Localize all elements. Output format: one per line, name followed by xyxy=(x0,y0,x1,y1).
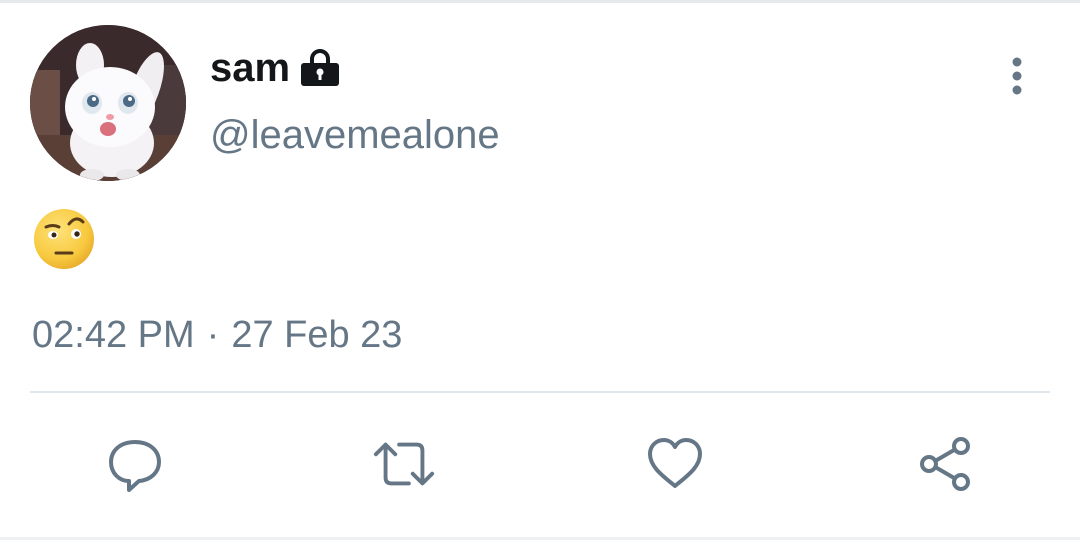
timestamp-separator: · xyxy=(206,314,220,356)
more-vertical-icon xyxy=(1012,57,1022,95)
user-handle[interactable]: @leavemealone xyxy=(210,110,500,160)
avatar-image xyxy=(30,25,186,181)
share-button[interactable] xyxy=(913,432,977,496)
tweet-time: 02:42 PM xyxy=(32,314,195,356)
display-name[interactable]: sam xyxy=(210,43,290,93)
divider xyxy=(30,391,1050,393)
avatar[interactable] xyxy=(30,25,186,181)
top-border xyxy=(0,0,1080,3)
retweet-icon xyxy=(373,442,435,486)
heart-icon xyxy=(648,438,702,488)
more-options-button[interactable] xyxy=(996,52,1038,100)
reply-button[interactable] xyxy=(103,432,167,496)
bottom-border xyxy=(0,537,1080,540)
lock-icon xyxy=(300,48,340,88)
share-icon xyxy=(920,437,970,491)
tweet-timestamp: 02:42 PM · 27 Feb 23 xyxy=(32,310,402,360)
name-row: sam xyxy=(210,43,340,93)
retweet-button[interactable] xyxy=(372,432,436,496)
tweet-date: 27 Feb 23 xyxy=(231,314,403,356)
face-with-raised-eyebrow-emoji xyxy=(34,209,94,269)
like-button[interactable] xyxy=(643,432,707,496)
tweet-card: sam @leavemealone 02:42 PM · 27 Feb 23 xyxy=(0,0,1080,547)
tweet-text xyxy=(32,207,96,271)
reply-icon xyxy=(109,440,161,492)
